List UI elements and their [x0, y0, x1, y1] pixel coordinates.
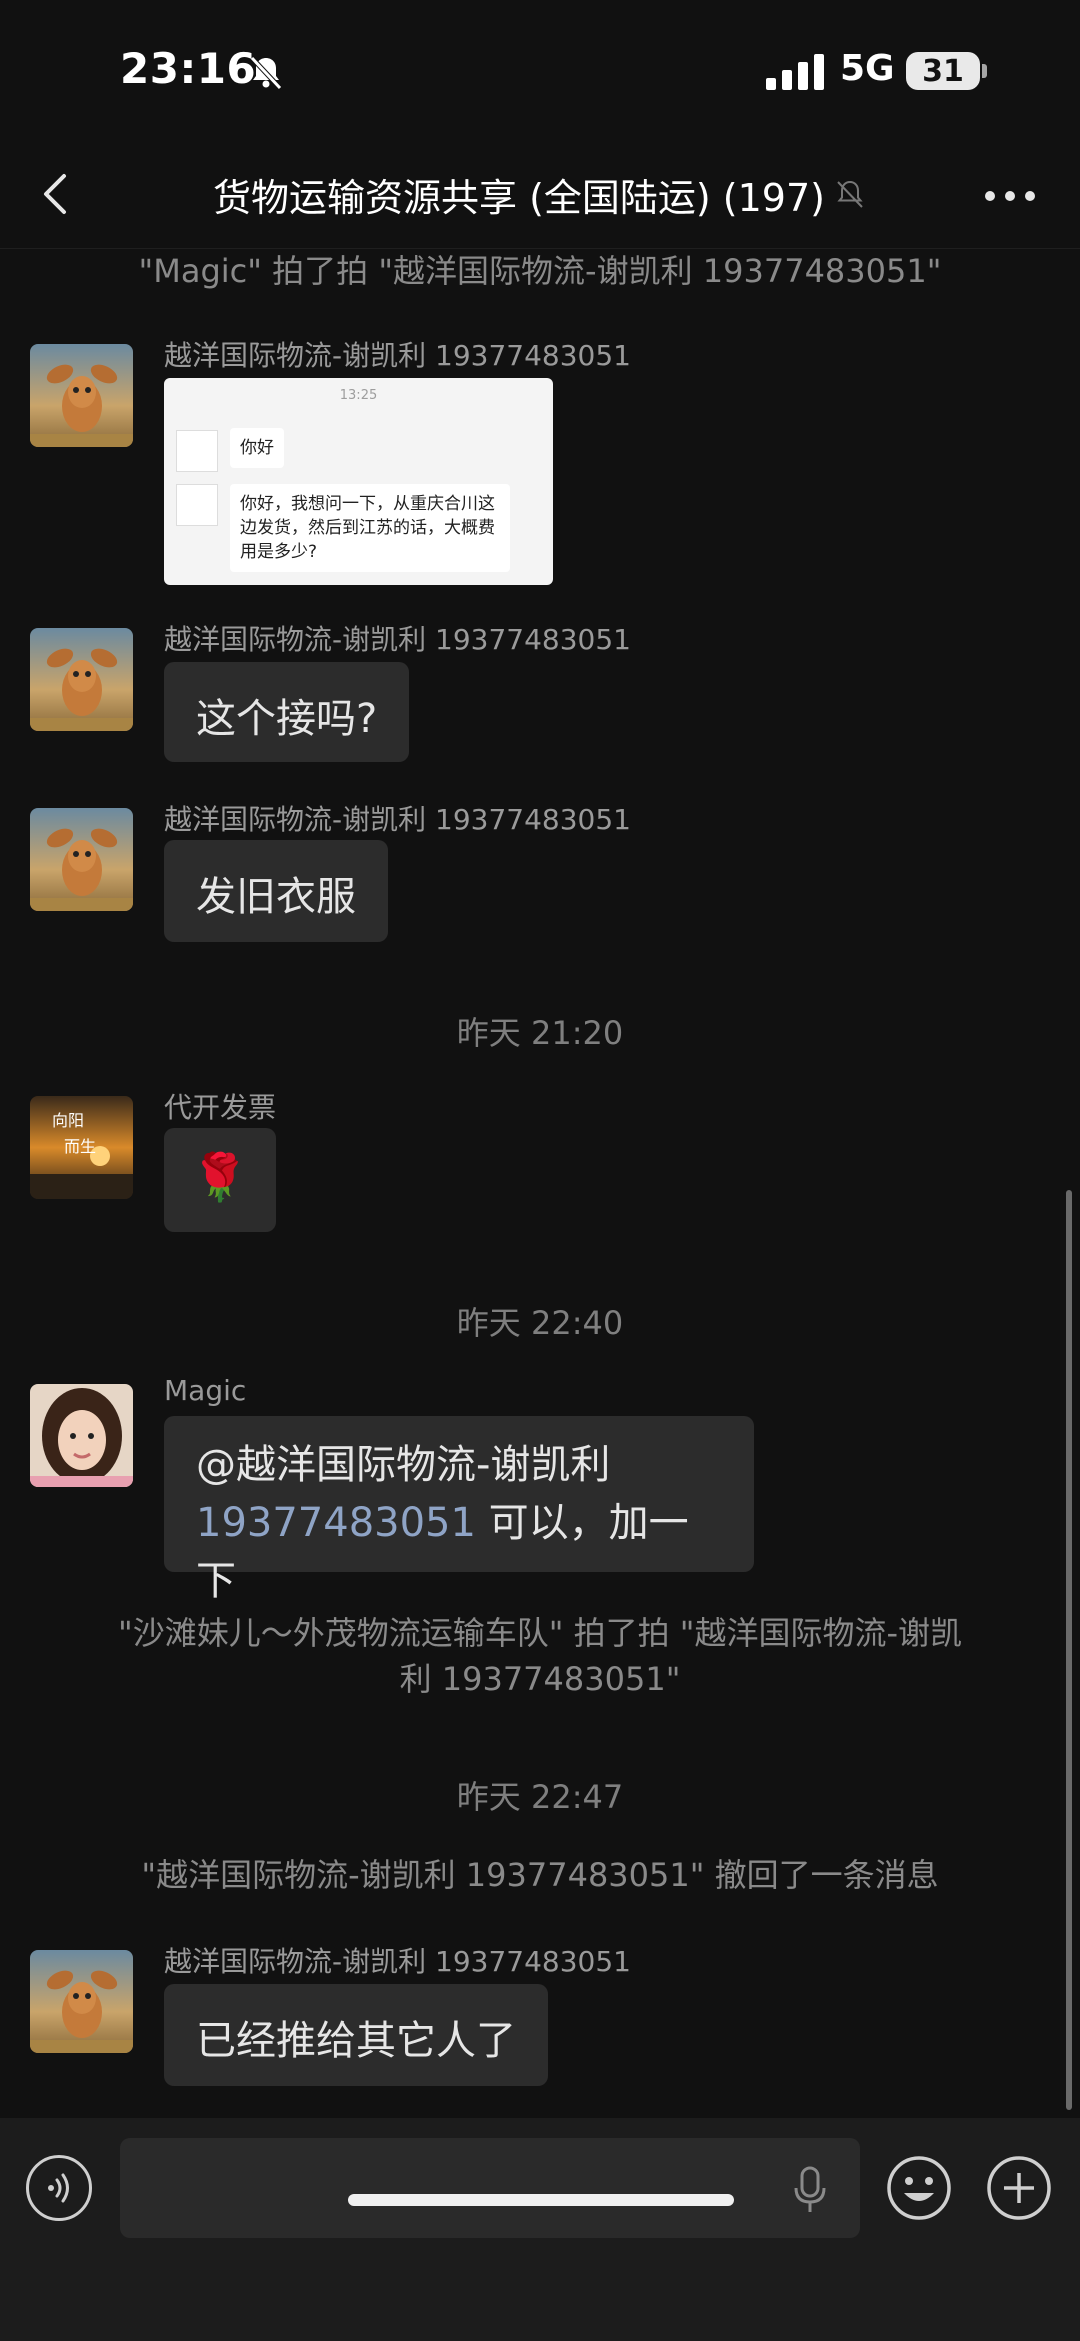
system-message-recall: "越洋国际物流-谢凯利 19377483051" 撤回了一条消息: [141, 1856, 939, 1894]
muted-bell-icon: [837, 180, 863, 208]
input-bar: [0, 2118, 1080, 2341]
image-bubble-2: 你好，我想问一下，从重庆合川这边发货，然后到江苏的话，大概费用是多少?: [230, 484, 510, 572]
mention-text: @越洋国际物流-谢凯利: [196, 1442, 611, 1488]
sender-name: 代开发票: [164, 1091, 277, 1124]
mini-avatar: [176, 430, 218, 472]
emoji-message[interactable]: 🌹: [164, 1128, 276, 1232]
deer-avatar-image: [30, 1950, 133, 2053]
image-bubble-1: 你好: [230, 428, 284, 468]
sender-name: 越洋国际物流-谢凯利 19377483051: [164, 1945, 631, 1978]
time-separator: 昨天 21:20: [456, 1014, 624, 1052]
more-options-icon[interactable]: [982, 188, 1038, 204]
sender-name: Magic: [164, 1374, 247, 1407]
pat-line-2: 利 19377483051": [399, 1660, 681, 1698]
time-separator: 昨天 22:40: [456, 1304, 624, 1342]
battery-cap: [982, 64, 987, 78]
text-message[interactable]: 这个接吗?: [164, 662, 410, 762]
battery-icon: 31: [906, 52, 980, 90]
message-input[interactable]: [120, 2138, 860, 2238]
avatar-calligraphy: 而生: [64, 1137, 96, 1156]
chat-title: 货物运输资源共享 (全国陆运) (197): [160, 140, 920, 248]
phone-link[interactable]: 19377483051: [196, 1500, 476, 1546]
sender-name: 越洋国际物流-谢凯利 19377483051: [164, 623, 631, 656]
sender-name: 越洋国际物流-谢凯利 19377483051: [164, 339, 631, 372]
status-time: 23:16: [120, 44, 257, 93]
avatar-sunset[interactable]: 向阳 而生: [30, 1096, 133, 1199]
text-message[interactable]: @越洋国际物流-谢凯利 19377483051 可以，加一下: [164, 1416, 754, 1604]
text-message[interactable]: 已经推给其它人了: [164, 1984, 548, 2086]
portrait-avatar-image: [30, 1384, 133, 1487]
group-name: 货物运输资源共享 (全国陆运) (197): [213, 175, 825, 220]
avatar-deer[interactable]: [30, 808, 133, 911]
mute-bell-icon: [250, 56, 282, 90]
avatar-magic[interactable]: [30, 1384, 133, 1487]
microphone-icon[interactable]: [792, 2166, 828, 2214]
deer-avatar-image: [30, 628, 133, 731]
system-message-pat: "沙滩妹儿～外茂物流运输车队" 拍了拍 "越洋国际物流-谢凯 利 1937748…: [40, 1610, 1040, 1702]
mini-avatar: [176, 484, 218, 526]
scrollbar[interactable]: [1066, 1190, 1072, 2110]
sunset-avatar-image: 向阳 而生: [30, 1096, 133, 1199]
more-functions-plus-icon[interactable]: [986, 2155, 1052, 2221]
image-timestamp: 13:25: [339, 388, 378, 403]
pat-line-1: "沙滩妹儿～外茂物流运输车队" 拍了拍 "越洋国际物流-谢凯: [117, 1614, 963, 1652]
chat-header: 货物运输资源共享 (全国陆运) (197): [0, 140, 1080, 249]
avatar-deer[interactable]: [30, 628, 133, 731]
text-message[interactable]: 发旧衣服: [164, 840, 388, 942]
avatar-calligraphy: 向阳: [52, 1111, 84, 1130]
avatar-deer[interactable]: [30, 1950, 133, 2053]
deer-avatar-image: [30, 344, 133, 447]
signal-icon: [766, 54, 824, 90]
voice-input-button[interactable]: [26, 2155, 92, 2221]
home-indicator[interactable]: [348, 2194, 734, 2206]
network-type: 5G: [840, 48, 895, 89]
voice-waves-icon: [48, 2173, 69, 2203]
deer-avatar-image: [30, 808, 133, 911]
sender-name: 越洋国际物流-谢凯利 19377483051: [164, 803, 631, 836]
time-separator: 昨天 22:47: [456, 1778, 624, 1816]
avatar-deer[interactable]: [30, 344, 133, 447]
emoji-button-icon[interactable]: [886, 2155, 952, 2221]
back-arrow-icon[interactable]: [36, 170, 76, 218]
image-message[interactable]: 13:25 你好 你好，我想问一下，从重庆合川这边发货，然后到江苏的话，大概费用…: [164, 378, 553, 585]
system-message-pat: "Magic" 拍了拍 "越洋国际物流-谢凯利 19377483051": [138, 252, 942, 290]
